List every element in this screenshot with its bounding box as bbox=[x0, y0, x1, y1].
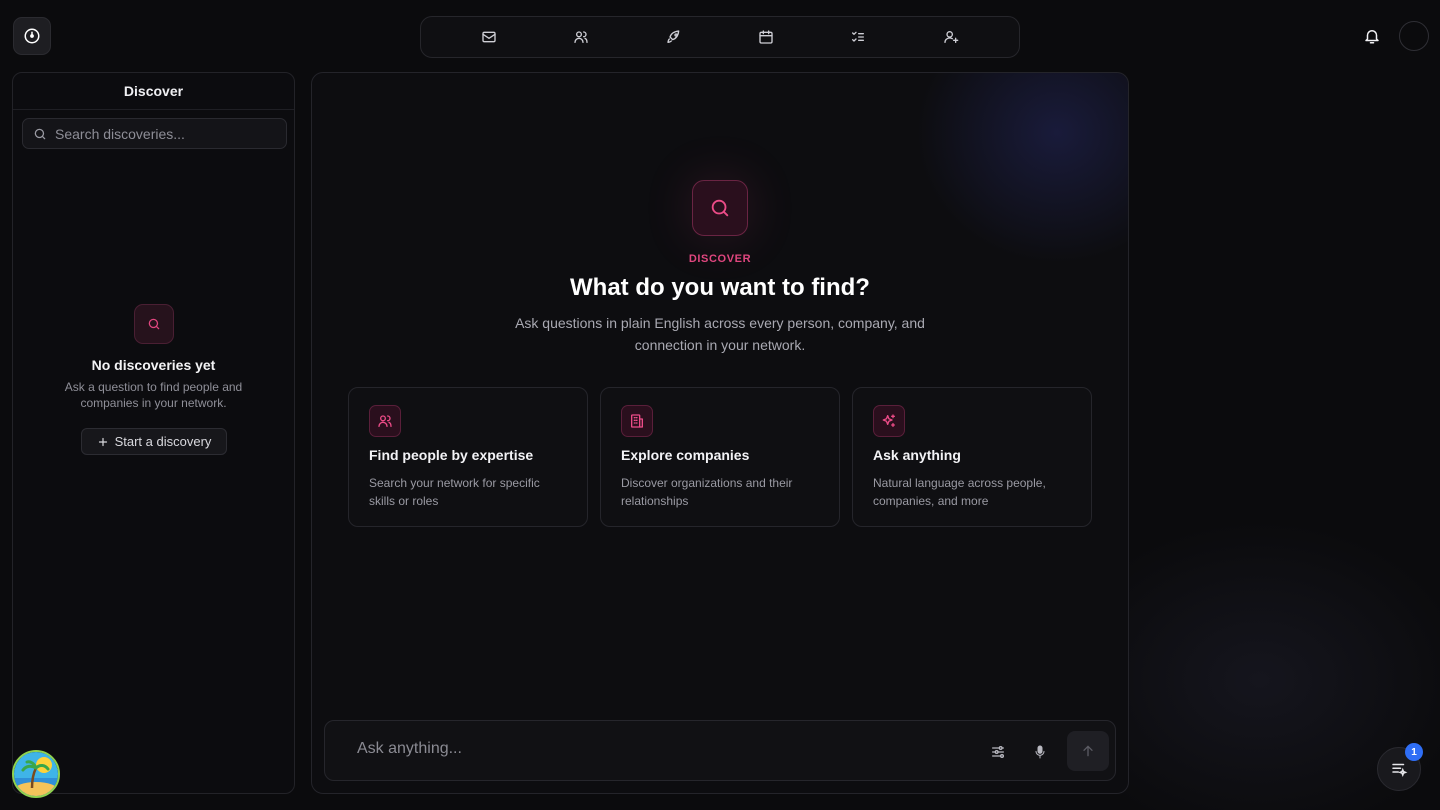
discover-main-panel: DISCOVER What do you want to find? Ask q… bbox=[311, 72, 1129, 794]
user-plus-icon bbox=[943, 29, 959, 45]
workspace-avatar[interactable] bbox=[12, 750, 60, 798]
rocket-icon bbox=[666, 29, 682, 45]
notification-badge: 1 bbox=[1405, 743, 1423, 761]
discover-sidebar: Discover No discoveries yet Ask a questi… bbox=[12, 72, 295, 794]
sliders-icon bbox=[990, 744, 1006, 760]
card-find-people[interactable]: Find people by expertise Search your net… bbox=[348, 387, 588, 527]
nav-calendar[interactable] bbox=[746, 21, 786, 53]
start-discovery-label: Start a discovery bbox=[114, 434, 212, 449]
bell-icon bbox=[1363, 27, 1381, 45]
card-description: Discover organizations and their relatio… bbox=[621, 476, 793, 508]
empty-state-description: Ask a question to find people and compan… bbox=[64, 380, 243, 410]
page-title: What do you want to find? bbox=[570, 274, 870, 301]
notifications-button[interactable] bbox=[1358, 22, 1386, 50]
card-title: Explore companies bbox=[621, 447, 750, 463]
hero-search-icon bbox=[692, 180, 748, 236]
card-title: Ask anything bbox=[873, 447, 961, 463]
mail-icon bbox=[481, 29, 497, 45]
checklist-icon bbox=[850, 29, 866, 45]
card-description: Natural language across people, companie… bbox=[873, 476, 1046, 508]
sidebar-search bbox=[22, 118, 287, 149]
arrow-up-icon bbox=[1080, 743, 1096, 759]
suggestion-cards: Find people by expertise Search your net… bbox=[348, 387, 1092, 527]
sidebar-title: Discover bbox=[13, 73, 294, 110]
card-explore-companies[interactable]: Explore companies Discover organizations… bbox=[600, 387, 840, 527]
calendar-icon bbox=[758, 29, 774, 45]
plus-icon bbox=[97, 436, 109, 448]
search-icon bbox=[33, 127, 47, 141]
chat-composer bbox=[324, 720, 1116, 781]
empty-state-title: No discoveries yet bbox=[91, 357, 216, 373]
top-navigation bbox=[420, 16, 1020, 58]
users-icon bbox=[369, 405, 401, 437]
building-icon bbox=[621, 405, 653, 437]
users-icon bbox=[573, 29, 589, 45]
section-eyebrow: DISCOVER bbox=[688, 253, 752, 265]
nav-mail[interactable] bbox=[469, 21, 509, 53]
list-sparkle-icon bbox=[1390, 760, 1408, 778]
app-logo-button[interactable] bbox=[13, 17, 51, 55]
empty-state-search-icon bbox=[134, 304, 174, 344]
card-ask-anything[interactable]: Ask anything Natural language across peo… bbox=[852, 387, 1092, 527]
voice-input-button[interactable] bbox=[1028, 740, 1052, 764]
compass-icon bbox=[23, 27, 41, 45]
microphone-icon bbox=[1032, 744, 1048, 760]
sparkles-icon bbox=[873, 405, 905, 437]
user-avatar-button[interactable] bbox=[1399, 21, 1429, 51]
page-subtitle: Ask questions in plain English across ev… bbox=[515, 315, 925, 353]
ask-anything-input[interactable] bbox=[357, 740, 957, 758]
filters-button[interactable] bbox=[986, 740, 1010, 764]
nav-rocket[interactable] bbox=[654, 21, 694, 53]
nav-add-contact[interactable] bbox=[931, 21, 971, 53]
search-discoveries-input[interactable] bbox=[55, 125, 275, 142]
start-discovery-button[interactable]: Start a discovery bbox=[81, 428, 227, 455]
nav-people[interactable] bbox=[561, 21, 601, 53]
nav-tasks[interactable] bbox=[838, 21, 878, 53]
card-title: Find people by expertise bbox=[369, 447, 534, 463]
send-button[interactable] bbox=[1067, 731, 1109, 771]
card-description: Search your network for specific skills … bbox=[369, 476, 540, 508]
